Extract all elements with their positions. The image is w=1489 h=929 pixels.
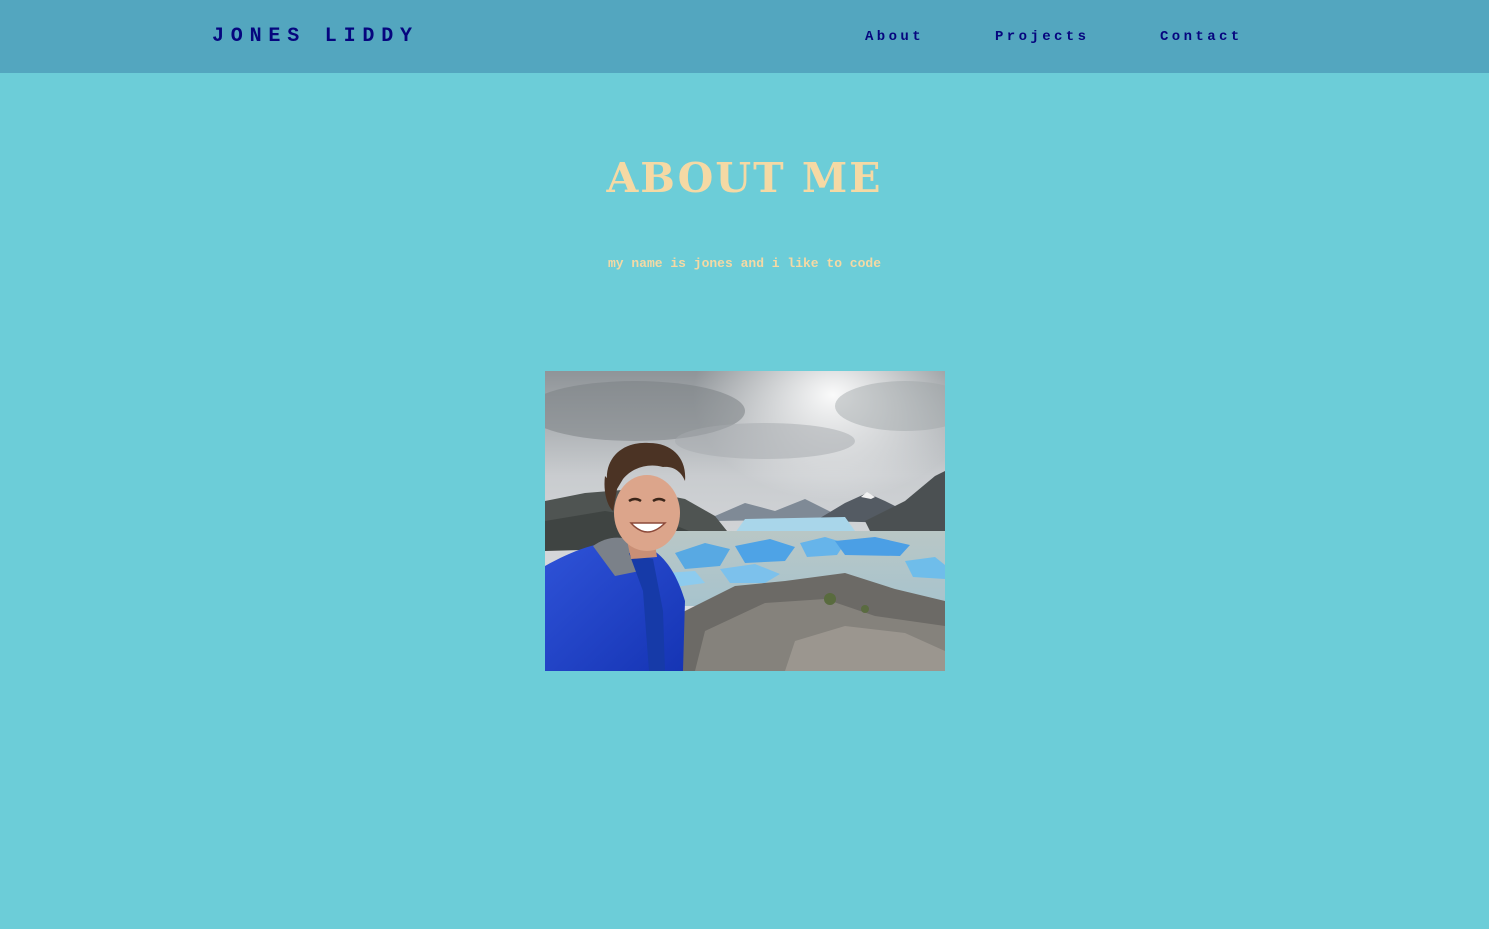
page-title: ABOUT ME — [606, 154, 883, 202]
top-navbar: JONES LIDDY About Projects Contact — [0, 0, 1489, 73]
nav-link-about[interactable]: About — [865, 29, 924, 45]
profile-photo — [545, 371, 945, 671]
nav-link-contact[interactable]: Contact — [1160, 29, 1243, 45]
tagline-text: my name is jones and i like to code — [607, 256, 882, 271]
site-brand-link[interactable]: JONES LIDDY — [212, 25, 419, 48]
nav-link-projects[interactable]: Projects — [995, 29, 1089, 45]
